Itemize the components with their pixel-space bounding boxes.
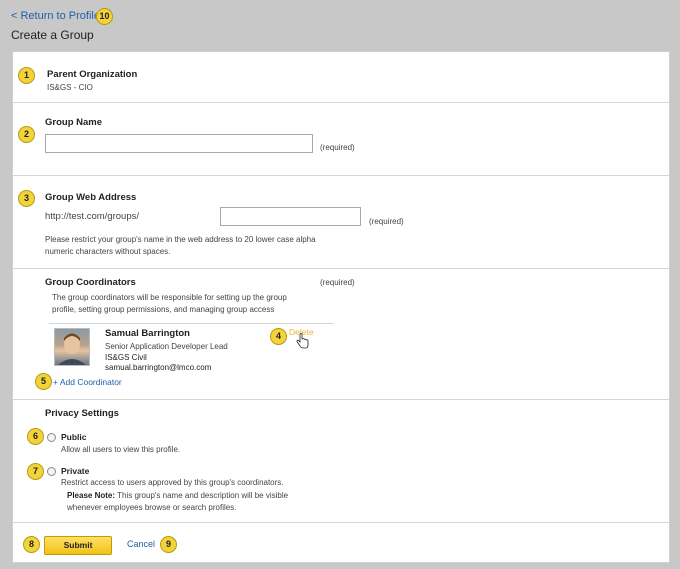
callout-badge-7: 7 [27, 463, 44, 480]
page-title: Create a Group [11, 28, 94, 42]
parent-org-label: Parent Organization [47, 69, 138, 80]
callout-badge-6: 6 [27, 428, 44, 445]
coordinator-name: Samual Barrington [105, 328, 190, 339]
coordinator-card: Samual Barrington Senior Application Dev… [49, 323, 334, 372]
web-address-prefix: http://test.com/groups/ [45, 211, 139, 222]
coordinators-desc-line1: The group coordinators will be responsib… [52, 293, 287, 302]
private-label: Private [61, 466, 90, 476]
section-divider [13, 175, 669, 176]
group-name-input[interactable] [45, 134, 313, 153]
coordinators-required: (required) [320, 278, 355, 287]
web-address-help-line1: Please restrict your group's name in the… [45, 235, 316, 244]
coordinators-desc-line2: profile, setting group permissions, and … [52, 305, 275, 314]
callout-badge-9: 9 [160, 536, 177, 553]
avatar [54, 328, 90, 366]
callout-badge-10: 10 [96, 8, 113, 25]
web-address-required: (required) [369, 217, 404, 226]
hand-cursor-icon [296, 333, 309, 349]
web-address-help-line2: numeric characters without spaces. [45, 247, 171, 256]
coordinator-title: Senior Application Developer Lead [105, 342, 228, 351]
callout-badge-5: 5 [35, 373, 52, 390]
callout-badge-1: 1 [18, 67, 35, 84]
private-radio[interactable] [47, 467, 56, 476]
add-coordinator-link[interactable]: + Add Coordinator [53, 377, 122, 387]
privacy-note-line1: Please Note: This group's name and descr… [67, 490, 288, 501]
web-address-label: Group Web Address [45, 192, 137, 203]
privacy-note-text: This group's name and description will b… [115, 491, 289, 500]
person-photo-icon [58, 333, 86, 365]
private-description: Restrict access to users approved by thi… [61, 478, 284, 487]
submit-button[interactable]: Submit [44, 536, 112, 555]
privacy-note-label: Please Note: [67, 491, 116, 500]
web-address-input[interactable] [220, 207, 361, 226]
public-radio[interactable] [47, 433, 56, 442]
section-divider [13, 102, 669, 103]
public-description: Allow all users to view this profile. [61, 445, 181, 454]
privacy-label: Privacy Settings [45, 408, 119, 419]
callout-badge-4: 4 [270, 328, 287, 345]
section-divider [13, 268, 669, 269]
group-name-label: Group Name [45, 117, 103, 128]
public-label: Public [61, 432, 87, 442]
create-group-form: 1 Parent Organization IS&GS - CIO 2 Grou… [12, 51, 670, 563]
privacy-note-line2: whenever employees browse or search prof… [67, 503, 237, 512]
coordinator-email: samual.barrington@lmco.com [105, 363, 212, 372]
callout-badge-2: 2 [18, 126, 35, 143]
parent-org-value: IS&GS - CIO [47, 83, 93, 92]
return-to-profile-link[interactable]: < Return to Profile [11, 10, 100, 22]
section-divider [13, 522, 669, 523]
cancel-link[interactable]: Cancel [127, 539, 155, 549]
callout-badge-8: 8 [23, 536, 40, 553]
callout-badge-3: 3 [18, 190, 35, 207]
section-divider [13, 399, 669, 400]
coordinators-label: Group Coordinators [45, 277, 136, 288]
group-name-required: (required) [320, 143, 355, 152]
